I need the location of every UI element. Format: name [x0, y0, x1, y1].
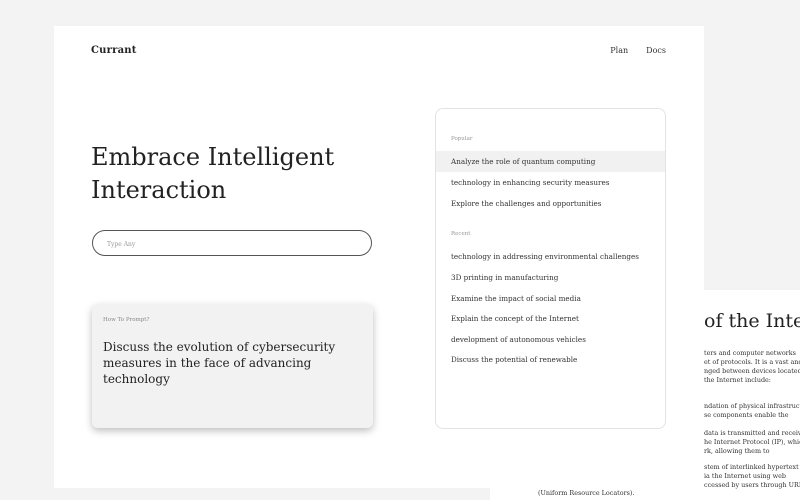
nav-plan-link[interactable]: Plan: [610, 46, 628, 55]
recent-item[interactable]: Explain the concept of the Internet: [436, 308, 665, 329]
suggestions-panel: Popular Analyze the role of quantum comp…: [435, 108, 666, 429]
document-line: ccessed by users through URL: [704, 481, 800, 489]
document-line: et of protocols. It is a vast and: [704, 358, 800, 366]
document-line: se components enable the: [704, 411, 789, 419]
recent-item[interactable]: Examine the impact of social media: [436, 288, 665, 309]
recent-label: Recent: [451, 231, 471, 237]
prompt-card[interactable]: How To Prompt? Discuss the evolution of …: [92, 304, 373, 428]
hero-title-line: Interaction: [91, 176, 227, 204]
document-line: rk, allowing them to: [704, 447, 770, 455]
hero-title-line: Embrace Intelligent: [91, 143, 335, 171]
background-panel: [704, 0, 800, 200]
prompt-card-label: How To Prompt?: [103, 317, 150, 323]
top-nav: Plan Docs: [610, 46, 666, 55]
document-line: nged between devices located: [704, 367, 800, 375]
document-title: of the Inter: [704, 310, 800, 332]
suggestion-item[interactable]: Analyze the role of quantum computing: [436, 151, 665, 172]
recent-item[interactable]: technology in addressing environmental c…: [436, 246, 665, 267]
search-box[interactable]: [92, 230, 372, 256]
document-line: (Uniform Resource Locators).: [538, 489, 635, 497]
nav-docs-link[interactable]: Docs: [646, 46, 666, 55]
document-line: ia the Internet using web: [704, 472, 786, 480]
app-logo[interactable]: Currant: [91, 45, 137, 56]
search-input[interactable]: [107, 238, 347, 250]
suggestion-item[interactable]: technology in enhancing security measure…: [436, 172, 665, 193]
document-line: stem of interlinked hypertext: [704, 463, 799, 471]
app-window: Currant Plan Docs Embrace Intelligent In…: [54, 26, 704, 488]
suggestion-item[interactable]: Explore the challenges and opportunities: [436, 193, 665, 214]
document-line: he Internet Protocol (IP), which: [704, 438, 800, 446]
recent-item[interactable]: development of autonomous vehicles: [436, 329, 665, 350]
hero-title: Embrace Intelligent Interaction: [91, 141, 391, 207]
recent-item[interactable]: 3D printing in manufacturing: [436, 267, 665, 288]
recent-item[interactable]: Discuss the potential of renewable: [436, 349, 665, 370]
document-line: the Internet include:: [704, 376, 771, 384]
prompt-card-text: Discuss the evolution of cybersecurity m…: [103, 340, 336, 386]
document-line: ndation of physical infrastruct: [704, 402, 800, 410]
popular-label: Popular: [451, 136, 473, 142]
document-line: ters and computer networks: [704, 349, 796, 357]
document-line: data is transmitted and receiv: [704, 429, 800, 437]
